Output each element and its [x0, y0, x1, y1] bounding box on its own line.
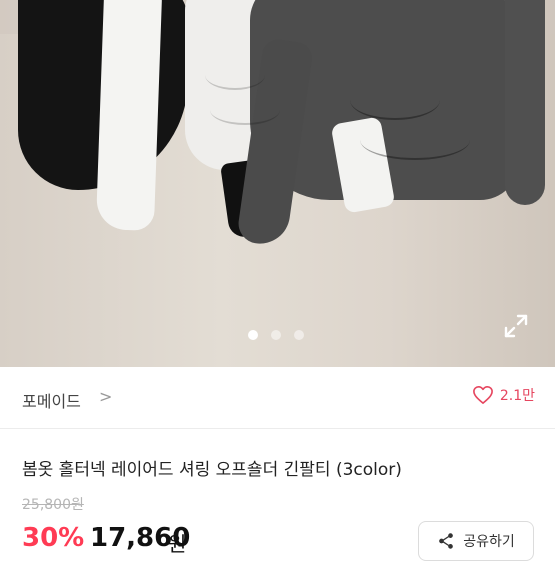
white-sleeve	[95, 0, 163, 231]
brand-name[interactable]: 포메이드	[22, 388, 81, 412]
fabric-fold	[360, 120, 470, 160]
brand-row[interactable]: 포메이드 > 2.1만	[0, 367, 555, 429]
product-title: 봄옷 홀터넥 레이어드 셔링 오프숄더 긴팔티 (3color)	[22, 460, 402, 480]
share-button[interactable]: 공유하기	[418, 521, 534, 561]
carousel-dot-2[interactable]	[271, 330, 281, 340]
currency-unit: 원	[168, 532, 187, 556]
grey-sleeve-right	[505, 0, 545, 205]
fabric-fold	[350, 80, 440, 120]
share-label: 공유하기	[463, 534, 515, 550]
like-button[interactable]: 2.1만	[472, 385, 535, 405]
share-icon	[439, 533, 454, 549]
carousel-dot-3[interactable]	[294, 330, 304, 340]
heart-icon	[472, 386, 493, 404]
original-price: 25,800원	[22, 497, 84, 513]
discount-rate: 30%	[22, 523, 85, 553]
fabric-fold	[205, 60, 265, 90]
like-count: 2.1만	[499, 388, 535, 404]
carousel-dots[interactable]	[248, 330, 304, 340]
expand-icon[interactable]	[503, 313, 529, 339]
fabric-fold	[210, 95, 280, 125]
chevron-right-icon: >	[99, 387, 113, 406]
carousel-dot-1[interactable]	[248, 330, 258, 340]
product-image[interactable]	[0, 0, 555, 367]
